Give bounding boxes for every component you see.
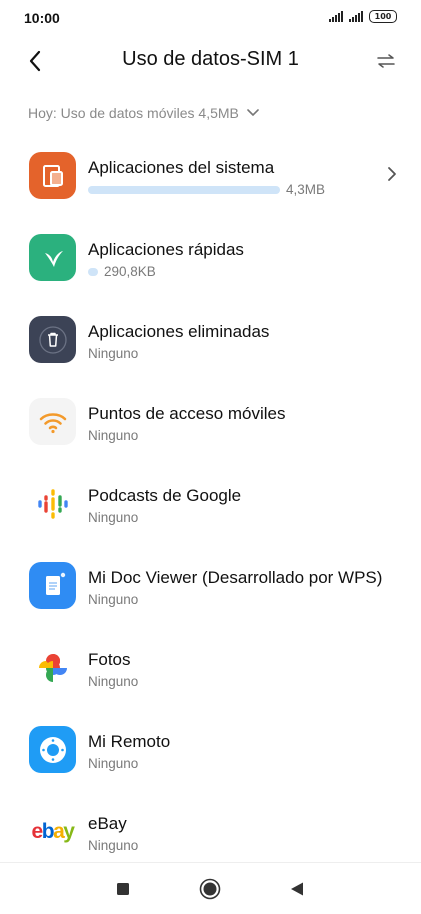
app-name: Aplicaciones del sistema [88, 158, 275, 177]
system-apps-icon [29, 152, 76, 199]
list-item-quick-apps[interactable]: Aplicaciones rápidas 290,8KB [0, 218, 421, 300]
list-item-hotspot[interactable]: Puntos de acceso móviles Ninguno [0, 382, 421, 464]
app-usage: Ninguno [88, 756, 138, 771]
status-time: 10:00 [24, 10, 60, 26]
status-icons: 100 [329, 10, 397, 23]
deleted-apps-icon [29, 316, 76, 363]
list-item-mi-remote[interactable]: Mi Remoto Ninguno [0, 710, 421, 792]
app-name: Mi Remoto [88, 732, 171, 751]
app-name: Fotos [88, 650, 131, 669]
app-list: Aplicaciones del sistema 4,3MB Aplicacio… [0, 136, 421, 874]
usage-value: Ninguno [88, 510, 139, 525]
mi-remote-icon [29, 726, 76, 773]
ebay-logo-text: ebay [31, 820, 75, 843]
recents-square-icon [117, 883, 129, 895]
navigation-bar [0, 862, 421, 914]
list-item-doc-viewer[interactable]: Mi Doc Viewer (Desarrollado por WPS) Nin… [0, 546, 421, 628]
data-usage-summary[interactable]: Hoy: Uso de datos móviles 4,5MB [28, 105, 259, 121]
usage-bar [88, 185, 280, 194]
usage-value: Ninguno [88, 428, 139, 443]
quick-apps-icon [29, 234, 76, 281]
switch-sim-icon [377, 54, 395, 68]
app-usage: Ninguno [88, 346, 138, 361]
usage-bar [88, 267, 98, 276]
app-name: Puntos de acceso móviles [88, 404, 286, 423]
usage-value: Ninguno [88, 592, 139, 607]
app-usage: Ninguno [88, 838, 138, 853]
back-button-nav[interactable] [285, 877, 309, 901]
header: Uso de datos-SIM 1 [0, 34, 421, 88]
google-podcasts-icon [29, 480, 76, 527]
recents-button[interactable] [111, 877, 135, 901]
back-triangle-icon [291, 882, 303, 896]
status-bar: 10:00 100 [0, 0, 421, 34]
screen: 10:00 100 Uso de datos-SIM 1 Hoy: Uso de… [0, 0, 421, 914]
usage-value: Ninguno [88, 674, 139, 689]
app-name: Aplicaciones rápidas [88, 240, 244, 259]
list-item-google-podcasts[interactable]: Podcasts de Google Ninguno [0, 464, 421, 546]
list-item-deleted-apps[interactable]: Aplicaciones eliminadas Ninguno [0, 300, 421, 382]
chevron-down-icon [247, 109, 259, 116]
summary-text: Hoy: Uso de datos móviles 4,5MB [28, 105, 239, 121]
switch-sim-button[interactable] [371, 46, 401, 76]
usage-value: Ninguno [88, 756, 139, 771]
usage-value: Ninguno [88, 346, 139, 361]
battery-icon: 100 [369, 10, 397, 23]
app-name: eBay [88, 814, 127, 833]
app-name: Mi Doc Viewer (Desarrollado por WPS) [88, 568, 383, 587]
app-usage: 290,8KB [88, 264, 156, 279]
app-name: Aplicaciones eliminadas [88, 322, 270, 341]
app-usage: Ninguno [88, 510, 138, 525]
signal-icon [329, 11, 343, 22]
app-usage: 4,3MB [88, 182, 325, 197]
list-item-system-apps[interactable]: Aplicaciones del sistema 4,3MB [0, 136, 421, 218]
google-photos-icon [29, 644, 76, 691]
app-name: Podcasts de Google [88, 486, 242, 505]
usage-value: 290,8KB [104, 264, 156, 279]
app-usage: Ninguno [88, 674, 138, 689]
signal-icon [349, 11, 363, 22]
usage-value: Ninguno [88, 838, 139, 853]
chevron-right-icon [387, 166, 397, 187]
wifi-hotspot-icon [29, 398, 76, 445]
list-item-photos[interactable]: Fotos Ninguno [0, 628, 421, 710]
usage-value: 4,3MB [286, 182, 326, 197]
doc-viewer-icon [29, 562, 76, 609]
app-usage: Ninguno [88, 592, 138, 607]
app-usage: Ninguno [88, 428, 138, 443]
home-circle-icon [199, 878, 221, 900]
page-title: Uso de datos-SIM 1 [122, 48, 299, 70]
home-button[interactable] [198, 877, 222, 901]
ebay-icon: ebay [29, 808, 76, 855]
